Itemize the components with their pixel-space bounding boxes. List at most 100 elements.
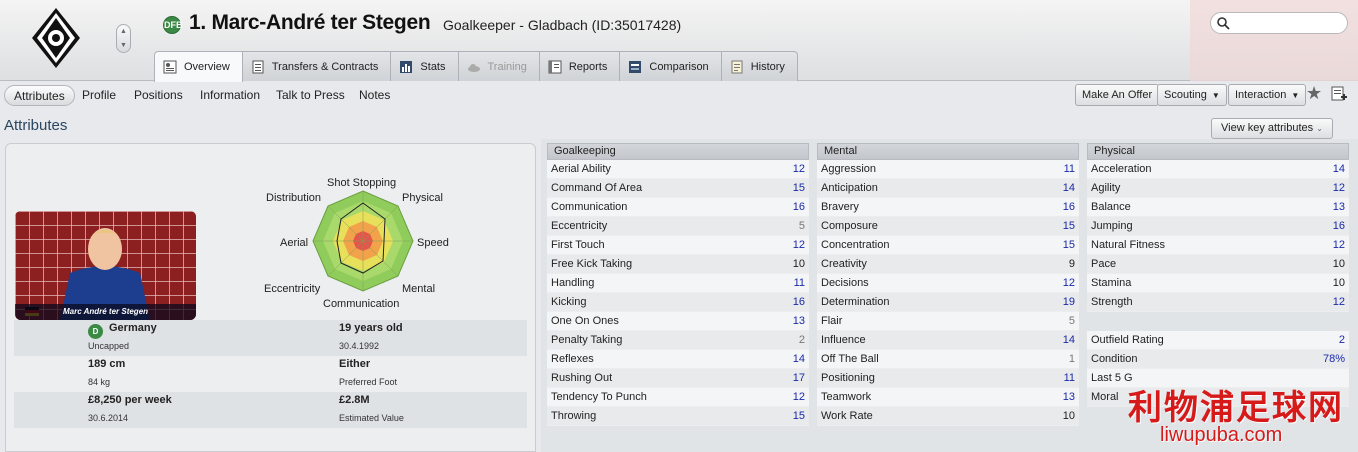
attribute-row[interactable]: Acceleration 14 (1087, 160, 1349, 179)
attribute-value: 14 (1062, 334, 1075, 346)
scouting-dropdown[interactable]: Scouting ▼ (1157, 84, 1227, 106)
document-icon (252, 60, 264, 73)
attribute-row[interactable]: Pace 10 (1087, 255, 1349, 274)
photo-caption: Marc André ter Stegen (15, 304, 196, 320)
attribute-name: Strength (1091, 296, 1133, 308)
attribute-value: 15 (1062, 220, 1075, 232)
subnav-attributes[interactable]: Attributes (4, 85, 75, 106)
add-note-icon[interactable] (1331, 86, 1347, 102)
tab-reports[interactable]: Reports (539, 51, 621, 81)
nation-value[interactable]: D Germany (88, 322, 157, 339)
tab-transfers-contracts[interactable]: Transfers & Contracts (242, 51, 392, 81)
attribute-row[interactable]: Communication 16 (547, 198, 809, 217)
search-input[interactable] (1210, 12, 1348, 34)
attribute-row[interactable]: Aerial Ability 12 (547, 160, 809, 179)
attribute-row[interactable]: Aggression 11 (817, 160, 1079, 179)
attribute-row[interactable]: Last 5 G (1087, 369, 1349, 388)
mental-header: Mental (817, 143, 1079, 160)
star-icon[interactable]: ★ (1306, 84, 1324, 102)
attribute-row[interactable]: Anticipation 14 (817, 179, 1079, 198)
attribute-row[interactable]: Jumping 16 (1087, 217, 1349, 236)
value-amount: £2.8M (339, 394, 370, 406)
attribute-row[interactable]: Agility 12 (1087, 179, 1349, 198)
attribute-row[interactable]: Reflexes 14 (547, 350, 809, 369)
radar-label-mental: Mental (402, 283, 436, 295)
attribute-row[interactable]: Positioning 11 (817, 369, 1079, 388)
attribute-value: 11 (793, 277, 805, 289)
tab-overview[interactable]: Overview (154, 51, 243, 82)
profile-card-icon (163, 60, 177, 74)
chevron-up-icon[interactable]: ▲ (117, 25, 130, 39)
tab-history[interactable]: History (721, 51, 798, 81)
attribute-row[interactable]: Teamwork 13 (817, 388, 1079, 407)
attribute-name: Acceleration (1091, 163, 1152, 175)
attribute-name: Communication (551, 201, 628, 213)
tab-reports-label: Reports (568, 60, 608, 73)
subnav-talk-to-press[interactable]: Talk to Press (276, 85, 345, 106)
attribute-row[interactable]: Throwing 15 (547, 407, 809, 426)
attribute-name: Agility (1091, 182, 1121, 194)
attribute-name: Work Rate (821, 410, 873, 422)
nation-label: Germany (109, 322, 157, 334)
attribute-row[interactable]: Balance 13 (1087, 198, 1349, 217)
make-offer-button[interactable]: Make An Offer (1075, 84, 1160, 106)
attribute-row[interactable]: Tendency To Punch 12 (547, 388, 809, 407)
attribute-row[interactable]: Creativity 9 (817, 255, 1079, 274)
attribute-row[interactable]: Work Rate 10 (817, 407, 1079, 426)
view-key-attributes-button[interactable]: View key attributes ⌄ (1211, 118, 1333, 139)
attribute-value: 12 (1332, 182, 1345, 194)
attribute-name: Decisions (821, 277, 869, 289)
player-stepper[interactable]: ▲ ▼ (116, 24, 131, 53)
attribute-row[interactable]: Free Kick Taking 10 (547, 255, 809, 274)
attribute-row[interactable]: Outfield Rating 2 (1087, 331, 1349, 350)
attribute-row[interactable]: One On Ones 13 (547, 312, 809, 331)
subnav-positions[interactable]: Positions (134, 85, 183, 106)
attribute-value: 16 (792, 201, 805, 213)
attribute-row[interactable]: Bravery 16 (817, 198, 1079, 217)
attribute-row[interactable]: Flair 5 (817, 312, 1079, 331)
attribute-row[interactable]: Influence 14 (817, 331, 1079, 350)
notepad-icon (731, 60, 743, 73)
attribute-row[interactable]: Off The Ball 1 (817, 350, 1079, 369)
attribute-name: Condition (1091, 353, 1138, 365)
view-key-label: View key attributes (1221, 122, 1314, 134)
attribute-row[interactable]: Eccentricity 5 (547, 217, 809, 236)
radar-label-shot-stopping: Shot Stopping (327, 177, 397, 189)
attribute-row[interactable]: Condition 78% (1087, 350, 1349, 369)
attribute-value: 11 (1063, 372, 1075, 384)
attribute-row[interactable]: Concentration 15 (817, 236, 1079, 255)
attribute-row[interactable]: Decisions 12 (817, 274, 1079, 293)
foot-value: Either (339, 358, 371, 370)
attribute-row[interactable]: Determination 19 (817, 293, 1079, 312)
attribute-name: Natural Fitness (1091, 239, 1165, 251)
physical-column: Physical Acceleration 14 Agility 12 Balance 1… (1087, 143, 1349, 407)
report-icon (548, 60, 562, 73)
tab-stats[interactable]: Stats (391, 51, 459, 81)
attribute-row[interactable]: Command Of Area 15 (547, 179, 809, 198)
attribute-name: Rushing Out (551, 372, 613, 384)
attribute-row[interactable]: Composure 15 (817, 217, 1079, 236)
interaction-dropdown[interactable]: Interaction ▼ (1228, 84, 1307, 106)
attribute-row[interactable]: Handling 11 (547, 274, 809, 293)
subnav-profile[interactable]: Profile (82, 85, 116, 106)
attribute-row[interactable]: First Touch 12 (547, 236, 809, 255)
attribute-value: 15 (792, 410, 805, 422)
attribute-row[interactable]: Penalty Taking 2 (547, 331, 809, 350)
subnav-information[interactable]: Information (200, 85, 260, 106)
attribute-row[interactable]: Moral (1087, 388, 1349, 407)
attribute-name: Aggression (821, 163, 877, 175)
attribute-row[interactable]: Rushing Out 17 (547, 369, 809, 388)
attribute-row[interactable]: Natural Fitness 12 (1087, 236, 1349, 255)
chevron-down-icon[interactable]: ▼ (117, 39, 130, 53)
nation-badge-icon: DFB (163, 16, 183, 34)
attribute-row[interactable]: Kicking 16 (547, 293, 809, 312)
physical-header: Physical (1087, 143, 1349, 160)
attribute-row[interactable]: Strength 12 (1087, 293, 1349, 312)
attribute-row[interactable]: Stamina 10 (1087, 274, 1349, 293)
scouting-label: Scouting (1164, 89, 1207, 101)
attribute-name: Outfield Rating (1091, 334, 1164, 346)
tab-training[interactable]: Training (458, 51, 540, 81)
attribute-value: 16 (792, 296, 805, 308)
tab-comparison[interactable]: Comparison (620, 51, 722, 81)
subnav-notes[interactable]: Notes (359, 85, 390, 106)
